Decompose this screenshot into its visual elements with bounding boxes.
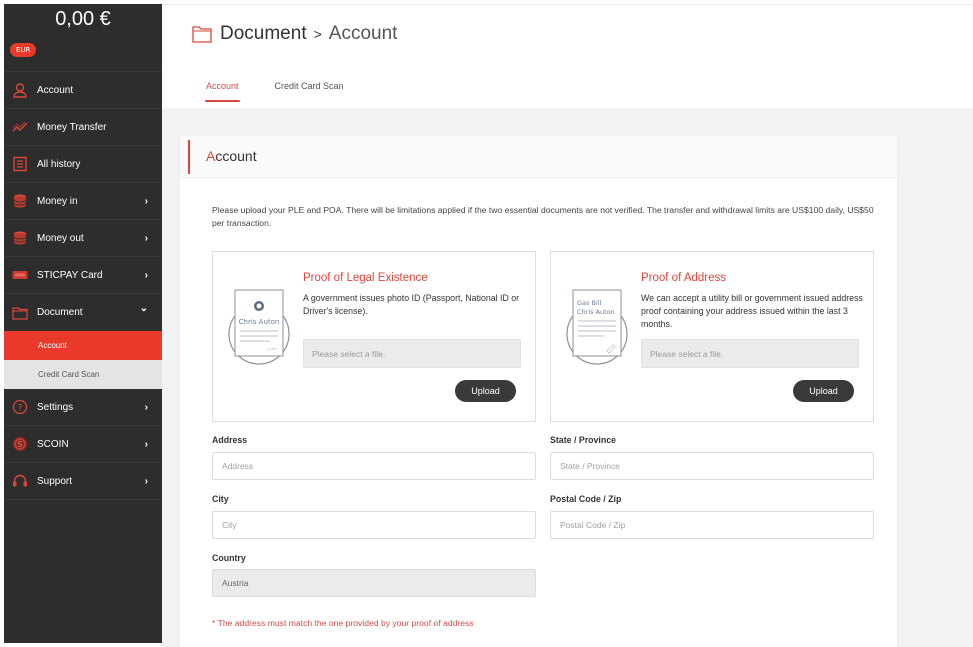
sidebar-item-all-history[interactable]: All history	[4, 146, 162, 183]
state-label: State / Province	[550, 435, 617, 445]
sidebar-item-label: Money out	[37, 232, 84, 244]
country-input	[212, 569, 536, 597]
balance-amount: 0,00 €	[55, 8, 111, 30]
card-icon	[12, 267, 28, 283]
chevron-right-icon: ›	[144, 232, 148, 244]
sidebar-item-settings[interactable]: ? Settings ›	[4, 389, 162, 426]
poa-description: We can accept a utility bill or governme…	[641, 293, 863, 329]
card-title-initial: A	[206, 148, 216, 164]
illustration-name: Chris Auton	[239, 318, 280, 326]
sidebar-item-support[interactable]: Support ›	[4, 463, 162, 500]
sidebar-item-account[interactable]: Account	[4, 72, 162, 109]
history-icon	[12, 156, 28, 172]
ple-upload-button[interactable]: Upload	[455, 380, 516, 402]
address-note: * The address must match the one provide…	[212, 618, 474, 628]
sidebar-item-money-in[interactable]: Money in ›	[4, 183, 162, 220]
sidebar-item-sticpay-card[interactable]: STICPAY Card ›	[4, 257, 162, 294]
sidebar-item-document[interactable]: Document ⌄	[4, 294, 162, 331]
scoin-icon: S	[12, 436, 28, 452]
card-title: Account	[206, 148, 257, 164]
poa-upload-button[interactable]: Upload	[793, 380, 854, 402]
tab-account[interactable]: Account	[205, 81, 240, 102]
page-header: Document > Account Account Credit Card S…	[162, 4, 973, 108]
intro-text: Please upload your PLE and POA. There wi…	[212, 205, 874, 228]
content-area: Account Please upload your PLE and POA. …	[162, 108, 973, 647]
money-in-icon	[12, 193, 28, 209]
chevron-right-icon: ›	[144, 401, 148, 413]
ple-description: A government issues photo ID (Passport, …	[303, 293, 520, 316]
svg-text:?: ?	[18, 404, 23, 414]
chevron-down-icon: ⌄	[139, 303, 148, 314]
chevron-right-icon: ›	[144, 475, 148, 487]
ple-file-input[interactable]: Please select a file.	[303, 339, 521, 368]
illustration-line-2: Chris Auton	[577, 308, 615, 316]
balance-panel: 0,00 € EUR	[4, 4, 162, 72]
postal-code-label: Postal Code / Zip	[550, 494, 622, 504]
headset-icon	[12, 473, 28, 489]
id-document-illustration: Chris Auton	[228, 289, 290, 365]
settings-icon: ?	[12, 399, 28, 415]
illustration-line-1: Gas Bill	[577, 299, 602, 307]
city-input[interactable]	[212, 511, 536, 539]
sidebar-item-label: STICPAY Card	[37, 269, 103, 281]
sidebar-item-label: All history	[37, 158, 81, 170]
sidebar-item-label: Account	[37, 84, 74, 96]
postal-code-input[interactable]	[550, 511, 874, 539]
chevron-right-icon: ›	[144, 195, 148, 207]
sidebar-item-scoin[interactable]: S SCOIN ›	[4, 426, 162, 463]
breadcrumb-item-account: Account	[328, 23, 398, 44]
chevron-right-icon: ›	[144, 438, 148, 450]
svg-text:S: S	[17, 440, 22, 449]
sidebar-item-label: Money Transfer	[37, 121, 107, 133]
sidebar-item-label: Settings	[37, 401, 74, 413]
ple-upload-box: Chris Auton Proof of Legal Existence A g…	[212, 251, 536, 422]
breadcrumb: Document > Account	[192, 23, 397, 45]
currency-badge[interactable]: EUR	[10, 43, 37, 57]
sidebar-item-money-out[interactable]: Money out ›	[4, 220, 162, 257]
sidebar: 0,00 € EUR Account Money Transfer All hi…	[4, 4, 162, 643]
tab-bar: Account Credit Card Scan	[205, 81, 380, 102]
card-title-rest: ccount	[215, 148, 257, 164]
sidebar-item-label: SCOIN	[37, 438, 69, 450]
address-label: Address	[212, 435, 248, 445]
sidebar-item-label: Document	[37, 307, 83, 318]
folder-icon	[192, 26, 212, 43]
state-input[interactable]	[550, 452, 874, 480]
breadcrumb-separator: >	[313, 26, 322, 42]
bill-document-illustration: Gas Bill Chris Auton	[566, 289, 628, 365]
sidebar-item-label: Support	[37, 475, 73, 487]
sidebar-item-label: Money in	[37, 195, 78, 207]
breadcrumb-item-document[interactable]: Document	[220, 23, 307, 45]
poa-title: Proof of Address	[641, 272, 727, 284]
tab-credit-card-scan[interactable]: Credit Card Scan	[275, 81, 344, 102]
money-out-icon	[12, 230, 28, 246]
sidebar-subitem-account[interactable]: Account	[4, 331, 162, 360]
address-input[interactable]	[212, 452, 536, 480]
card-header: Account	[180, 136, 897, 178]
app-root: 0,00 € EUR Account Money Transfer All hi…	[0, 0, 973, 647]
poa-upload-box: Gas Bill Chris Auton Proof of Address We…	[550, 251, 874, 422]
transfer-icon	[12, 119, 28, 135]
poa-file-input[interactable]: Please select a file.	[641, 339, 859, 368]
account-card: Account Please upload your PLE and POA. …	[180, 136, 897, 647]
sidebar-item-money-transfer[interactable]: Money Transfer	[4, 109, 162, 146]
chevron-right-icon: ›	[144, 269, 148, 281]
user-icon	[12, 82, 28, 98]
sidebar-subitem-credit-card-scan[interactable]: Credit Card Scan	[4, 360, 162, 389]
country-label: Country	[212, 553, 246, 563]
ple-title: Proof of Legal Existence	[303, 272, 428, 284]
city-label: City	[212, 494, 229, 504]
folder-icon	[12, 305, 28, 321]
